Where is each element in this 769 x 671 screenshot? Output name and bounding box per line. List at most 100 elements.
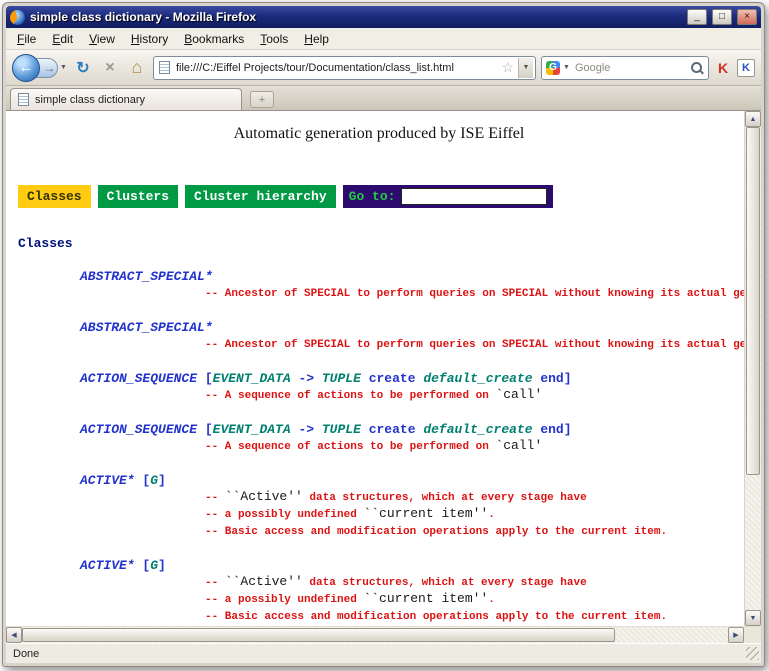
- class-name: ACTION_SEQUENCE: [80, 422, 197, 437]
- text-segment: `call': [495, 387, 542, 402]
- stop-button[interactable]: ×: [99, 57, 121, 79]
- class-link[interactable]: ACTION_SEQUENCE [EVENT_DATA -> TUPLE cre…: [80, 371, 744, 387]
- vertical-scroll-thumb[interactable]: [746, 127, 760, 475]
- page-button-classes[interactable]: Classes: [18, 185, 91, 208]
- horizontal-scrollbar-row: ◀ ▶: [6, 626, 761, 643]
- search-magnifier-icon[interactable]: [690, 61, 704, 75]
- class-name: ABSTRACT_SPECIAL*: [80, 269, 213, 284]
- horizontal-scroll-track[interactable]: [22, 627, 728, 643]
- class-comment-line: -- Ancestor of SPECIAL to perform querie…: [80, 336, 744, 353]
- tab-label: simple class dictionary: [35, 94, 145, 106]
- goto-input[interactable]: [401, 188, 547, 205]
- addon-icon-1[interactable]: K: [714, 59, 732, 77]
- search-bar[interactable]: G ▼: [541, 56, 709, 80]
- page-content: Automatic generation produced by ISE Eif…: [6, 111, 744, 626]
- menu-file[interactable]: File: [9, 30, 44, 48]
- back-button[interactable]: ←: [12, 54, 40, 82]
- text-segment: EVENT_DATA: [213, 371, 291, 386]
- page-button-cluster-hierarchy[interactable]: Cluster hierarchy: [185, 185, 336, 208]
- class-entry: ACTION_SEQUENCE [EVENT_DATA -> TUPLE cre…: [14, 422, 744, 455]
- section-title: Classes: [18, 236, 744, 251]
- class-link[interactable]: ABSTRACT_SPECIAL*: [80, 320, 744, 336]
- class-name: ACTION_SEQUENCE: [80, 371, 197, 386]
- new-tab-button[interactable]: +: [250, 91, 274, 108]
- text-segment: TUPLE: [322, 422, 361, 437]
- tab-favicon: [18, 93, 29, 106]
- text-segment: `call': [495, 438, 542, 453]
- search-input[interactable]: [573, 61, 687, 75]
- text-segment: ``current item'': [363, 591, 488, 606]
- text-segment: --: [205, 577, 225, 589]
- scroll-left-button[interactable]: ◀: [6, 627, 22, 643]
- menu-tools[interactable]: Tools: [252, 30, 296, 48]
- refresh-button[interactable]: ↻: [72, 57, 94, 79]
- address-dropdown-button[interactable]: ▼: [518, 58, 533, 78]
- text-segment: create: [361, 371, 423, 386]
- page-nav-buttons: Classes Clusters Cluster hierarchy: [18, 185, 336, 208]
- menu-history[interactable]: History: [123, 30, 176, 48]
- text-segment: create: [361, 422, 423, 437]
- tab-simple-class-dictionary[interactable]: simple class dictionary: [10, 88, 242, 110]
- menu-edit[interactable]: Edit: [44, 30, 81, 48]
- bookmark-star-icon[interactable]: ☆: [501, 59, 514, 76]
- maximize-button[interactable]: □: [712, 9, 732, 25]
- vertical-scrollbar[interactable]: ▲ ▼: [744, 111, 761, 626]
- text-segment: default_create: [423, 371, 532, 386]
- text-segment: data structures, which at every stage ha…: [303, 492, 587, 504]
- menu-bookmarks[interactable]: Bookmarks: [176, 30, 252, 48]
- horizontal-scrollbar[interactable]: ◀ ▶: [6, 627, 744, 643]
- page-button-clusters[interactable]: Clusters: [98, 185, 178, 208]
- text-segment: ]: [158, 558, 166, 573]
- class-comment-line: -- a possibly undefined ``current item''…: [80, 591, 744, 608]
- url-input[interactable]: [174, 61, 498, 75]
- text-segment: ``Active'': [225, 574, 303, 589]
- menu-help[interactable]: Help: [296, 30, 337, 48]
- close-button[interactable]: ×: [737, 9, 757, 25]
- back-forward-group: ← → ▼: [12, 54, 67, 82]
- class-link[interactable]: ACTIVE* [G]: [80, 558, 744, 574]
- text-segment: data structures, which at every stage ha…: [303, 577, 587, 589]
- scroll-down-button[interactable]: ▼: [745, 610, 761, 626]
- title-bar: simple class dictionary - Mozilla Firefo…: [6, 6, 761, 28]
- text-segment: -- A sequence of actions to be performed…: [205, 390, 495, 402]
- menu-view[interactable]: View: [81, 30, 123, 48]
- class-entry: ABSTRACT_SPECIAL*-- Ancestor of SPECIAL …: [14, 320, 744, 353]
- text-segment: [: [197, 422, 213, 437]
- page-header: Automatic generation produced by ISE Eif…: [14, 125, 744, 143]
- tab-bar: simple class dictionary +: [6, 86, 761, 111]
- google-logo-icon: G: [546, 61, 560, 75]
- class-name: ACTIVE*: [80, 558, 135, 573]
- scroll-right-button[interactable]: ▶: [728, 627, 744, 643]
- address-bar[interactable]: ☆ ▼: [153, 56, 536, 80]
- text-segment: -- Ancestor of SPECIAL to perform querie…: [205, 288, 744, 300]
- resize-grip[interactable]: [746, 647, 759, 660]
- class-link[interactable]: ABSTRACT_SPECIAL*: [80, 269, 744, 285]
- class-link[interactable]: ACTIVE* [G]: [80, 473, 744, 489]
- home-button[interactable]: ⌂: [126, 57, 148, 79]
- addon-icon-2[interactable]: K: [737, 59, 755, 77]
- class-comment-line: -- ``Active'' data structures, which at …: [80, 489, 744, 506]
- text-segment: ->: [291, 371, 322, 386]
- status-text: Done: [13, 648, 746, 660]
- class-comment-line: -- Ancestor of SPECIAL to perform querie…: [80, 285, 744, 302]
- search-engine-dropdown-icon[interactable]: ▼: [563, 64, 570, 71]
- horizontal-scroll-thumb[interactable]: [22, 628, 615, 642]
- firefox-icon: [10, 10, 25, 25]
- text-segment: ``current item'': [363, 506, 488, 521]
- text-segment: .: [488, 594, 495, 606]
- class-comment-line: -- Basic access and modification operati…: [80, 608, 744, 625]
- minimize-button[interactable]: _: [687, 9, 707, 25]
- vertical-scroll-track[interactable]: [745, 127, 761, 610]
- class-comment-line: -- a possibly undefined ``current item''…: [80, 506, 744, 523]
- goto-group: Go to:: [343, 185, 554, 208]
- text-segment: -- a possibly undefined: [205, 594, 363, 606]
- class-entry: ACTION_SEQUENCE [EVENT_DATA -> TUPLE cre…: [14, 371, 744, 404]
- history-dropdown-icon[interactable]: ▼: [60, 64, 67, 71]
- scroll-up-button[interactable]: ▲: [745, 111, 761, 127]
- class-entry: ABSTRACT_SPECIAL* -- Ancestor of SPECIAL …: [14, 269, 744, 302]
- text-segment: -- A sequence of actions to be performed…: [205, 441, 495, 453]
- class-link[interactable]: ACTION_SEQUENCE [EVENT_DATA -> TUPLE cre…: [80, 422, 744, 438]
- page-nav-row: Classes Clusters Cluster hierarchy Go to:: [18, 185, 744, 208]
- text-segment: .: [488, 509, 495, 521]
- window-title: simple class dictionary - Mozilla Firefo…: [30, 10, 682, 24]
